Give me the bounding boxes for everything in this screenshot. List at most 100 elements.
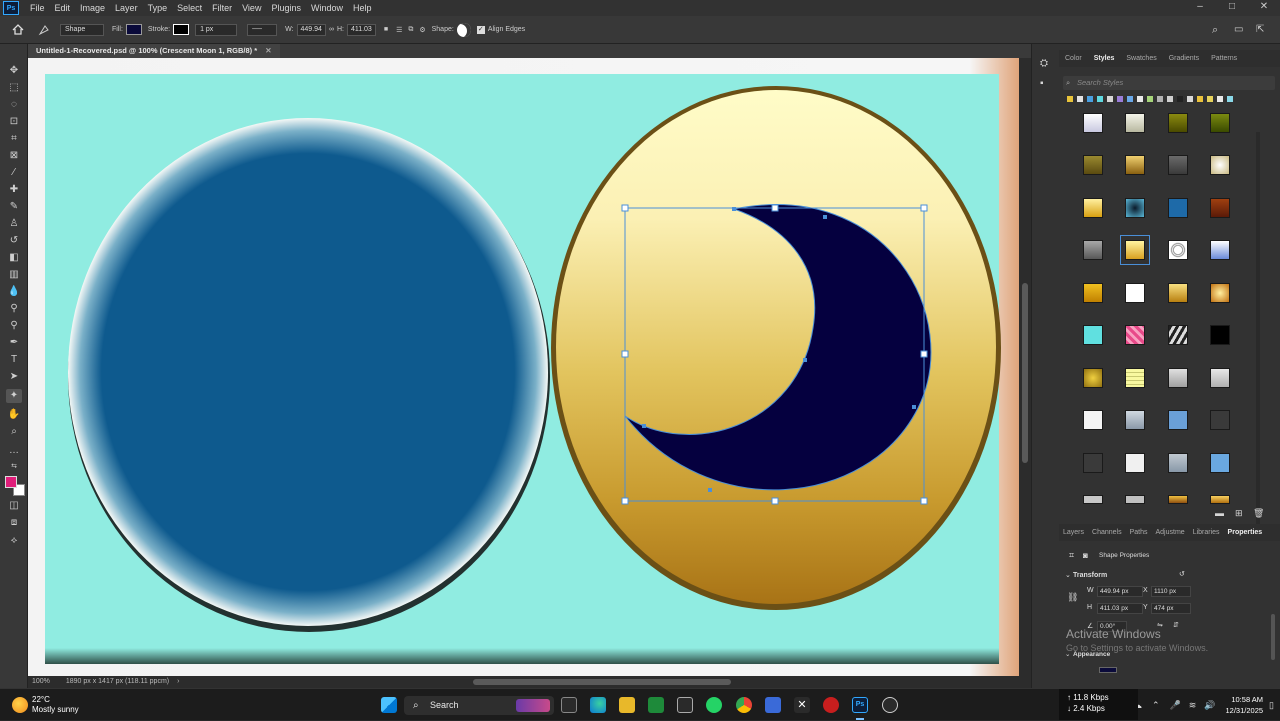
style-folder-icon[interactable] — [1187, 96, 1193, 102]
fill-swatch[interactable] — [125, 24, 142, 35]
zoom-tool-icon[interactable]: ⌕ — [6, 425, 22, 439]
height-field[interactable]: 411.03 px — [1097, 603, 1143, 614]
clock[interactable]: 10:58 AM 12/31/2025 — [1226, 694, 1264, 716]
edge-browser-icon[interactable] — [590, 697, 606, 713]
style-folder-icon[interactable] — [1207, 96, 1213, 102]
style-swatch[interactable] — [1210, 453, 1230, 473]
photoshop-taskbar-icon[interactable]: Ps — [852, 697, 868, 713]
style-swatch[interactable] — [1083, 283, 1103, 303]
search-icon[interactable]: ⌕ — [1212, 24, 1218, 37]
type-tool-icon[interactable]: T — [6, 353, 22, 367]
style-swatch[interactable] — [1083, 240, 1103, 260]
style-swatch[interactable] — [1210, 495, 1230, 504]
menu-layer[interactable]: Layer — [110, 3, 143, 13]
tab-channels[interactable]: Channels — [1088, 524, 1126, 541]
reset-transform-icon[interactable]: ↺ — [1179, 570, 1185, 578]
menu-image[interactable]: Image — [75, 3, 110, 13]
document-tab[interactable]: Untitled-1-Recovered.psd @ 100% (Crescen… — [28, 44, 280, 58]
tab-gradients[interactable]: Gradients — [1163, 50, 1205, 67]
object-select-tool-icon[interactable]: ⊡ — [6, 115, 22, 129]
dodge-tool-icon[interactable]: ⚲ — [6, 302, 22, 316]
horizontal-scrollbar[interactable] — [195, 676, 1031, 688]
style-swatch[interactable] — [1168, 495, 1188, 504]
mail-icon[interactable] — [765, 697, 781, 713]
path-alignment-icon[interactable]: ☰ — [396, 26, 402, 34]
quick-mask-icon[interactable]: ◫ — [6, 499, 22, 513]
menu-help[interactable]: Help — [348, 3, 377, 13]
history-panel-icon[interactable]: ⛭ — [1040, 58, 1048, 69]
style-swatch[interactable] — [1210, 368, 1230, 388]
tab-color[interactable]: Color — [1059, 50, 1088, 67]
style-swatch[interactable] — [1125, 368, 1145, 388]
frame-tool-icon[interactable]: ⊠ — [6, 149, 22, 163]
capcut-icon[interactable]: ✕ — [794, 697, 810, 713]
style-folder-icon[interactable] — [1177, 96, 1183, 102]
wifi-icon[interactable]: ≋ — [1189, 700, 1197, 711]
style-swatch[interactable] — [1083, 198, 1103, 218]
media-app-icon[interactable] — [823, 697, 839, 713]
style-swatch[interactable] — [1210, 155, 1230, 175]
zoom-level[interactable]: 100% — [32, 678, 50, 685]
new-style-icon[interactable]: ⊞ — [1235, 508, 1243, 519]
generative-icon[interactable]: ⟡ — [6, 534, 22, 548]
menu-select[interactable]: Select — [172, 3, 207, 13]
tab-styles[interactable]: Styles — [1088, 50, 1121, 67]
style-swatch[interactable] — [1083, 453, 1103, 473]
style-swatch[interactable] — [1210, 198, 1230, 218]
style-swatch[interactable] — [1210, 283, 1230, 303]
menu-edit[interactable]: Edit — [50, 3, 76, 13]
style-folder-icon[interactable] — [1097, 96, 1103, 102]
link-icon[interactable]: ⛓ — [1067, 592, 1078, 603]
healing-brush-tool-icon[interactable]: ✚ — [6, 183, 22, 197]
style-swatch-selected[interactable] — [1120, 235, 1150, 265]
style-swatch[interactable] — [1168, 113, 1188, 133]
style-swatch[interactable] — [1168, 453, 1188, 473]
workspace-icon[interactable]: ▭ — [1234, 24, 1243, 35]
style-swatch[interactable] — [1083, 495, 1103, 504]
tab-properties[interactable]: Properties — [1224, 524, 1267, 541]
burn-tool-icon[interactable]: ⚲ — [6, 319, 22, 333]
chevron-up-icon[interactable]: ⌃ — [1152, 700, 1160, 711]
flip-vertical-icon[interactable]: ⇵ — [1173, 621, 1179, 629]
style-swatch[interactable] — [1083, 410, 1103, 430]
style-swatch[interactable] — [1125, 283, 1145, 303]
settings-app-icon[interactable] — [882, 697, 898, 713]
chevron-down-icon[interactable]: ⌄ — [1065, 571, 1071, 579]
link-icon[interactable]: ∞ — [329, 26, 334, 33]
canvas-area[interactable] — [28, 58, 1019, 676]
style-swatch[interactable] — [1168, 240, 1188, 260]
style-swatch[interactable] — [1083, 155, 1103, 175]
height-field[interactable]: 411.03 — [346, 23, 376, 36]
style-folder-icon[interactable] — [1127, 96, 1133, 102]
style-swatch[interactable] — [1083, 368, 1103, 388]
style-swatch[interactable] — [1168, 198, 1188, 218]
width-field[interactable]: 449.94 — [296, 23, 326, 36]
style-swatch[interactable] — [1125, 453, 1145, 473]
gradient-tool-icon[interactable]: ▥ — [6, 268, 22, 282]
align-edges-checkbox[interactable]: ✓ — [476, 25, 485, 34]
delete-style-icon[interactable]: 🗑 — [1253, 508, 1264, 519]
eraser-tool-icon[interactable]: ◧ — [6, 251, 22, 265]
new-group-icon[interactable]: ▬ — [1215, 508, 1224, 518]
eyedropper-tool-icon[interactable]: ⁄ — [6, 166, 22, 180]
style-swatch[interactable] — [1168, 368, 1188, 388]
move-tool-icon[interactable]: ✥ — [6, 64, 22, 78]
style-swatch[interactable] — [1168, 155, 1188, 175]
fill-color-swatch[interactable] — [1099, 667, 1117, 673]
foreground-color-swatch[interactable] — [5, 476, 17, 488]
style-folder-icon[interactable] — [1147, 96, 1153, 102]
notification-icon[interactable]: ▯ — [1269, 700, 1274, 711]
store-icon[interactable] — [677, 697, 693, 713]
lasso-tool-icon[interactable]: ◌ — [6, 98, 22, 112]
swap-colors-icon[interactable]: ⇆ — [6, 460, 22, 474]
volume-icon[interactable]: 🔊 — [1204, 700, 1215, 711]
style-swatch[interactable] — [1125, 113, 1145, 133]
path-operations-icon[interactable]: ■ — [384, 26, 388, 33]
maximize-icon[interactable]: □ — [1216, 0, 1248, 16]
home-icon[interactable] — [12, 24, 24, 35]
microphone-icon[interactable]: 🎤 — [1170, 700, 1181, 711]
tool-mode-select[interactable]: Shape — [60, 23, 104, 36]
gear-icon[interactable]: ⚙ — [419, 26, 425, 34]
canvas-artwork[interactable] — [28, 58, 1019, 676]
close-icon[interactable]: ✕ — [1248, 0, 1280, 16]
